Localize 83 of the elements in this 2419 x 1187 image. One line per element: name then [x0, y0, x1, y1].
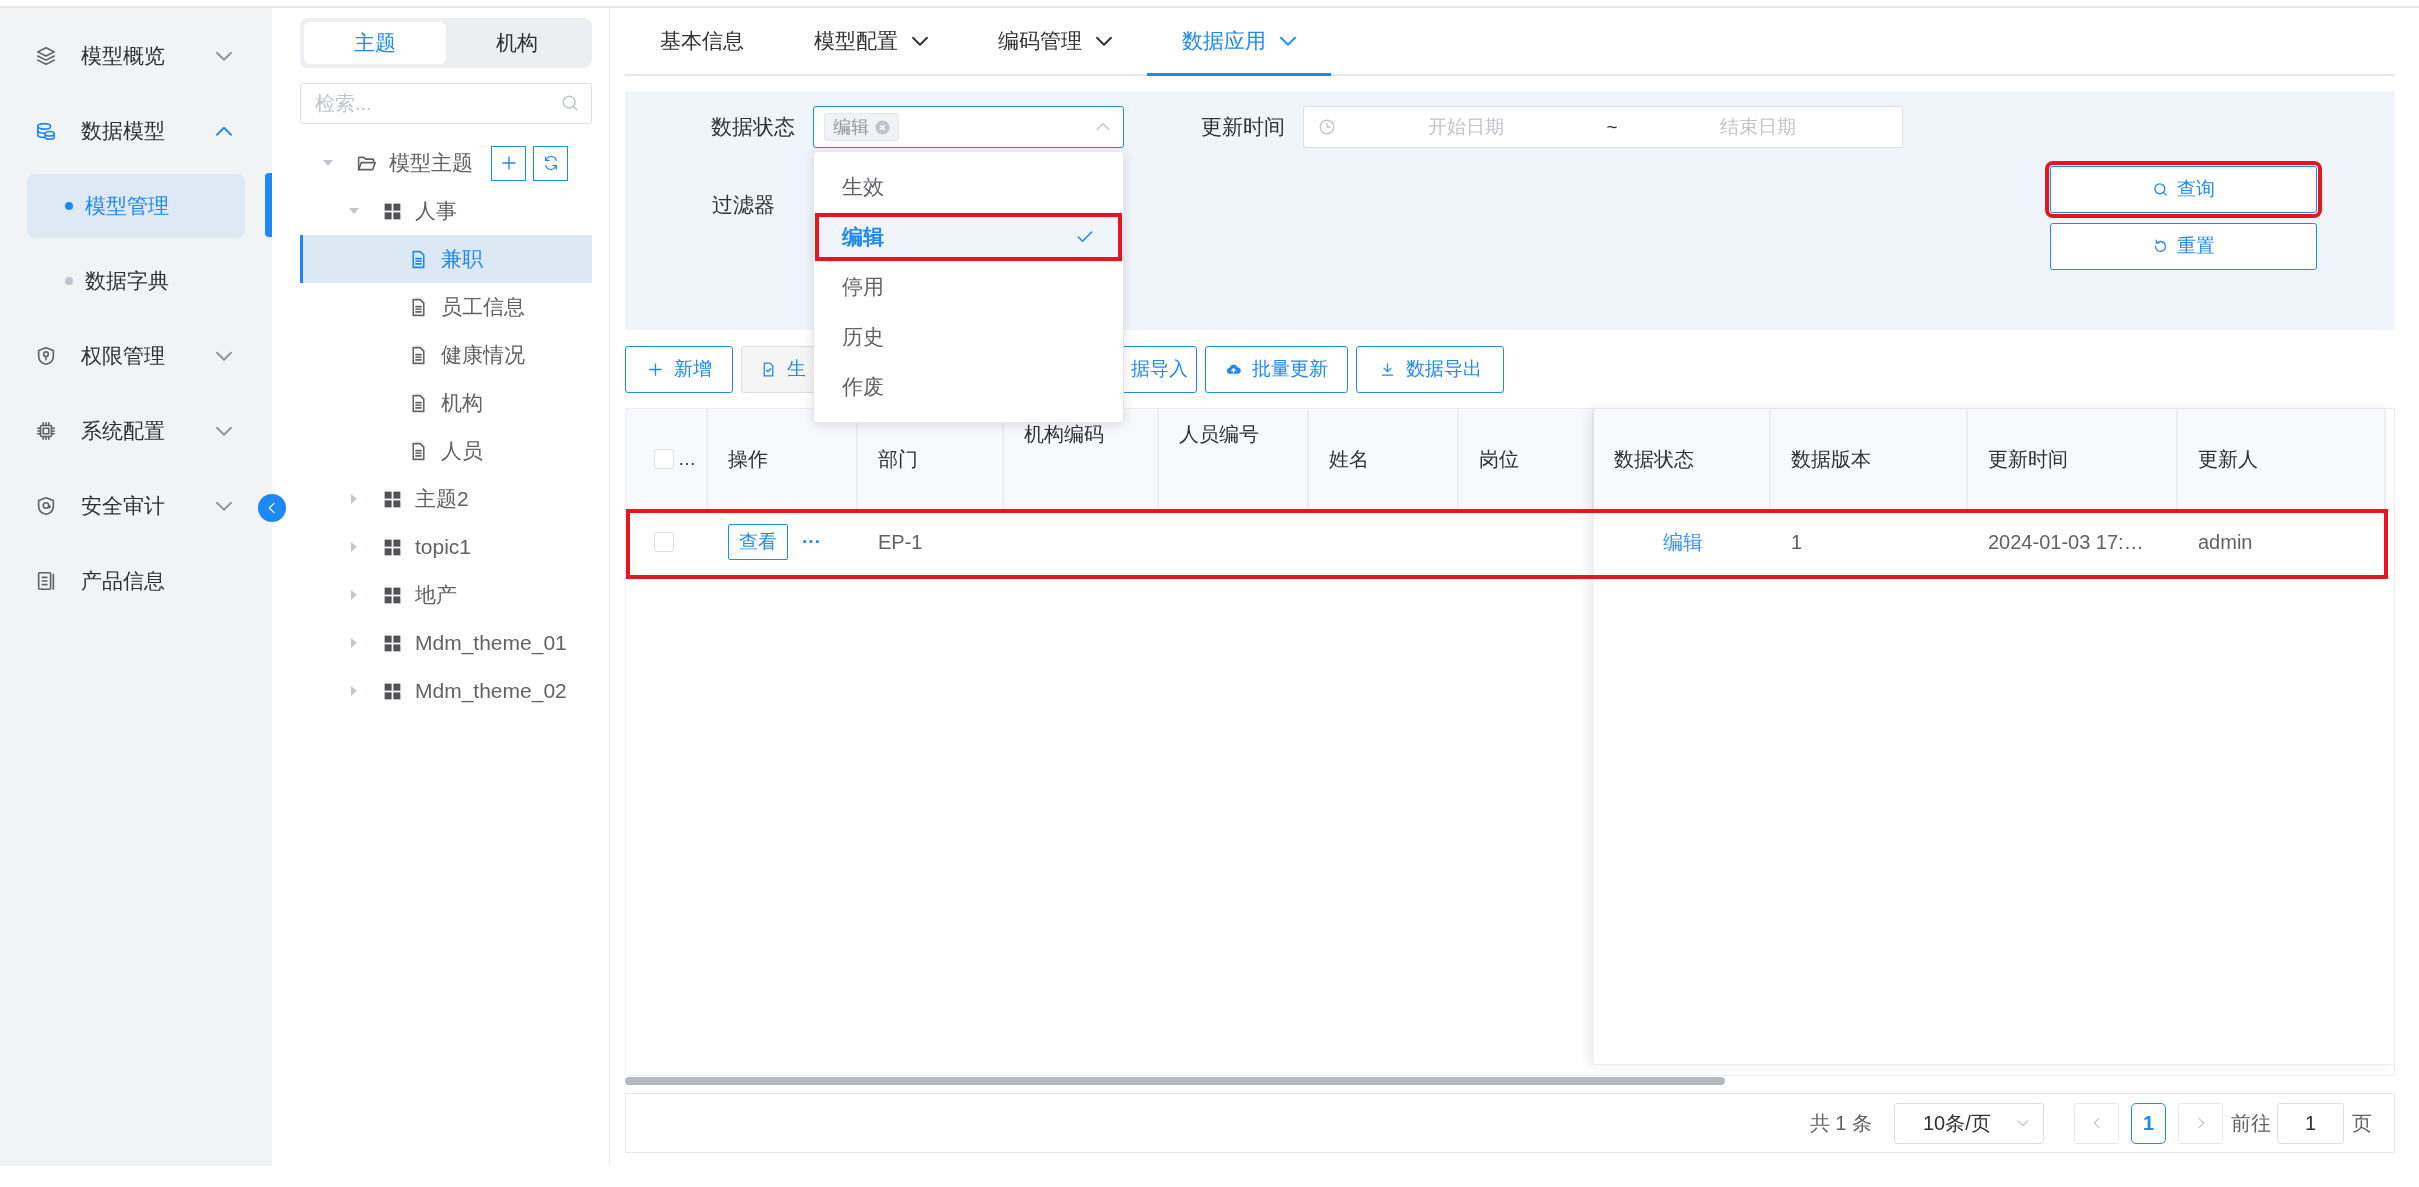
- table-cell-text: 2024-01-03 17:…: [1987, 530, 2145, 555]
- nav-item[interactable]: 模型概览: [0, 18, 272, 93]
- reset-icon: [2152, 238, 2169, 255]
- column-header: 更新人: [2178, 409, 2386, 509]
- close-icon[interactable]: [875, 119, 890, 135]
- page-button[interactable]: 1: [2131, 1102, 2166, 1144]
- chevron-down-icon[interactable]: [912, 35, 928, 46]
- next-page-button[interactable]: [2178, 1102, 2223, 1144]
- collapse-button[interactable]: [258, 494, 286, 522]
- tree-node[interactable]: 模型主题: [300, 139, 592, 187]
- tree-node[interactable]: topic1: [300, 523, 592, 571]
- panel-tab[interactable]: 机构: [446, 22, 588, 64]
- column-header: 更新时间: [1968, 409, 2178, 509]
- tree-node[interactable]: 人员: [300, 427, 592, 475]
- chevron-up-icon[interactable]: [216, 125, 232, 136]
- tab[interactable]: 基本信息: [625, 8, 779, 76]
- tree-node[interactable]: 人事: [300, 187, 592, 235]
- checkbox[interactable]: [654, 449, 674, 469]
- tab[interactable]: 编码管理: [963, 8, 1147, 76]
- search-icon: [560, 93, 580, 113]
- field-label: 更新时间: [1200, 114, 1285, 141]
- page-suffix: 页: [2352, 1111, 2372, 1136]
- column-header: 数据版本: [1771, 409, 1968, 509]
- dropdown-option[interactable]: 生效: [814, 162, 1123, 212]
- column-header: 岗位: [1459, 409, 1594, 509]
- view-button[interactable]: 查看: [728, 524, 788, 560]
- previous-page-button[interactable]: [2074, 1102, 2119, 1144]
- field-label: 数据状态: [710, 114, 795, 141]
- search-field[interactable]: 检索...: [300, 83, 592, 124]
- panel-tab[interactable]: 主题: [304, 22, 446, 64]
- total-count: 共 1 条: [1809, 1111, 1872, 1136]
- reset-button[interactable]: 重置: [2050, 223, 2317, 270]
- shield-icon: [35, 344, 57, 367]
- dropdown-option[interactable]: 停用: [814, 262, 1123, 312]
- checkbox[interactable]: [654, 532, 674, 552]
- page-input[interactable]: 1: [2277, 1102, 2344, 1144]
- column-header: 姓名: [1309, 409, 1459, 509]
- table-cell-text: 1: [1790, 530, 1804, 555]
- toolbar-button[interactable]: 数据导出: [1356, 346, 1504, 393]
- nav-subitem[interactable]: 数据字典: [27, 248, 245, 313]
- clock-icon: [1318, 118, 1336, 136]
- shield-icon: [35, 494, 57, 517]
- add-button[interactable]: [491, 145, 526, 181]
- refresh-button[interactable]: [533, 145, 568, 181]
- document-icon: [35, 569, 57, 592]
- toolbar-button[interactable]: 批量更新: [1205, 346, 1348, 393]
- page-size-select[interactable]: 10条/页: [1894, 1102, 2044, 1144]
- tab[interactable]: 数据应用: [1147, 8, 1331, 76]
- nav-item[interactable]: 系统配置: [0, 393, 272, 468]
- plus-icon: [499, 154, 518, 172]
- active-indicator: [265, 173, 272, 237]
- layers-icon: [35, 44, 57, 67]
- dropdown-option[interactable]: 编辑: [814, 212, 1123, 262]
- column-header: 操作: [708, 409, 858, 509]
- scrollbar-thumb[interactable]: [625, 1077, 1725, 1085]
- more-button[interactable]: ···: [802, 527, 821, 557]
- tree-node[interactable]: Mdm_theme_02: [300, 667, 592, 715]
- refresh-icon: [542, 155, 559, 171]
- tree-node[interactable]: 健康情况: [300, 331, 592, 379]
- nav-item[interactable]: 安全审计: [0, 468, 272, 543]
- date-range-field[interactable]: 开始日期 ~ 结束日期: [1303, 106, 1903, 148]
- tree-node[interactable]: Mdm_theme_01: [300, 619, 592, 667]
- toolbar-button[interactable]: 新增: [625, 346, 733, 393]
- tree-node[interactable]: 地产: [300, 571, 592, 619]
- table-cell-text: EP-1: [877, 530, 924, 555]
- chip-icon: [35, 419, 57, 442]
- search-icon: [2152, 181, 2169, 198]
- field-label: 过滤器: [711, 192, 775, 219]
- table-cell-text: 编辑: [1661, 530, 1704, 555]
- table-cell-text: admin: [2197, 530, 2254, 555]
- nav-item[interactable]: 数据模型: [0, 93, 272, 168]
- nav-item[interactable]: 产品信息: [0, 543, 272, 618]
- plus-icon: [646, 361, 664, 378]
- nav-item[interactable]: 权限管理: [0, 318, 272, 393]
- goto-label: 前往: [2231, 1111, 2271, 1136]
- tab[interactable]: 模型配置: [779, 8, 963, 76]
- tree-node[interactable]: 机构: [300, 379, 592, 427]
- tree-node[interactable]: 员工信息: [300, 283, 592, 331]
- column-header: 数据状态: [1594, 409, 1771, 509]
- chevron-down-icon[interactable]: [1096, 35, 1112, 46]
- tree-node[interactable]: 主题2: [300, 475, 592, 523]
- column-header: 人员编号: [1159, 409, 1309, 509]
- column-header: …: [678, 447, 696, 471]
